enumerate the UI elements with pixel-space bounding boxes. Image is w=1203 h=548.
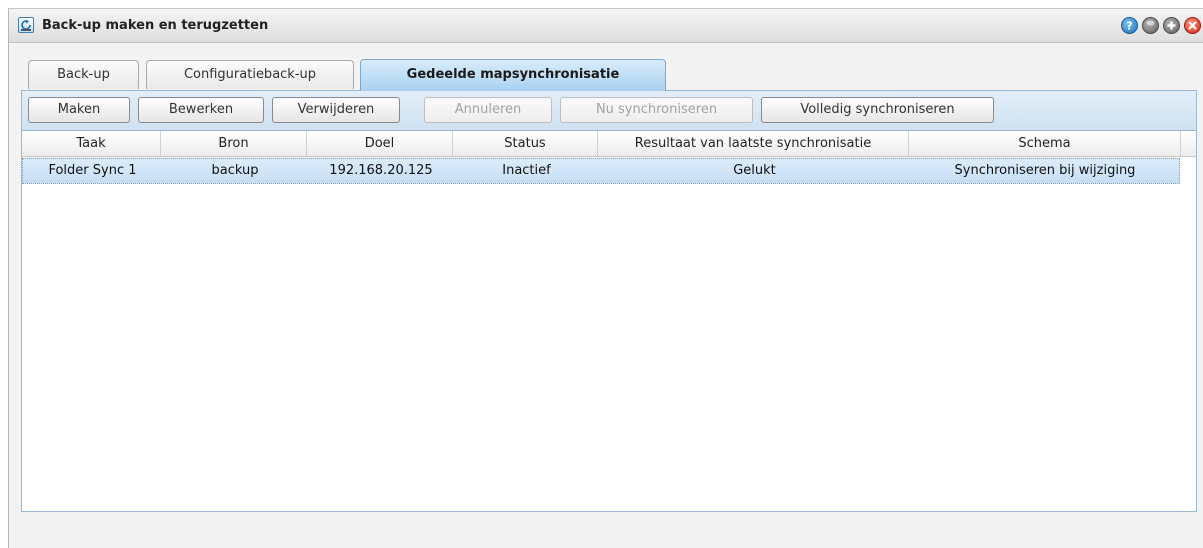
cell-status: Inactief: [502, 163, 551, 178]
cell-schema: Synchroniseren bij wijziging: [954, 163, 1136, 178]
column-header-status[interactable]: Status: [453, 131, 598, 156]
full-sync-button[interactable]: Volledig synchroniseren: [761, 97, 994, 123]
tab-back-up[interactable]: Back-up: [28, 60, 139, 89]
sync-task-table: Taak Bron Doel Status Resultaat van laat…: [21, 130, 1197, 512]
toolbar: Maken Bewerken Verwijderen Annuleren Nu …: [21, 91, 1197, 130]
svg-text:?: ?: [1126, 20, 1132, 33]
title-bar[interactable]: Back-up maken en terugzetten ?: [9, 9, 1203, 43]
tab-configuratieback-up[interactable]: Configuratieback-up: [146, 60, 354, 89]
cell-taak: Folder Sync 1: [48, 163, 137, 178]
cell-doel: 192.168.20.125: [329, 163, 433, 178]
table-row[interactable]: Folder Sync 1 backup 192.168.20.125 Inac…: [22, 158, 1180, 184]
minimize-icon[interactable]: [1142, 17, 1159, 34]
column-header-schema[interactable]: Schema: [909, 131, 1181, 156]
backup-window: Back-up maken en terugzetten ? Back-up C…: [8, 8, 1203, 548]
delete-button[interactable]: Verwijderen: [272, 97, 400, 123]
table-header: Taak Bron Doel Status Resultaat van laat…: [22, 131, 1196, 157]
column-header-bron[interactable]: Bron: [161, 131, 307, 156]
maximize-icon[interactable]: [1163, 17, 1180, 34]
column-header-doel[interactable]: Doel: [307, 131, 453, 156]
cell-resultaat: Gelukt: [733, 163, 776, 178]
close-icon[interactable]: [1184, 17, 1201, 34]
column-header-resultaat[interactable]: Resultaat van laatste synchronisatie: [598, 131, 909, 156]
tab-bar: Back-up Configuratieback-up Gedeelde map…: [9, 43, 1203, 91]
window-title: Back-up maken en terugzetten: [42, 18, 269, 33]
edit-button[interactable]: Bewerken: [138, 97, 264, 123]
tab-gedeelde-mapsynchronisatie[interactable]: Gedeelde mapsynchronisatie: [360, 59, 666, 91]
sync-now-button[interactable]: Nu synchroniseren: [560, 97, 753, 123]
cancel-button[interactable]: Annuleren: [424, 97, 552, 123]
create-button[interactable]: Maken: [28, 97, 130, 123]
backup-app-icon: [18, 17, 34, 33]
help-icon[interactable]: ?: [1121, 17, 1138, 34]
column-header-taak[interactable]: Taak: [22, 131, 161, 156]
cell-bron: backup: [211, 163, 259, 178]
